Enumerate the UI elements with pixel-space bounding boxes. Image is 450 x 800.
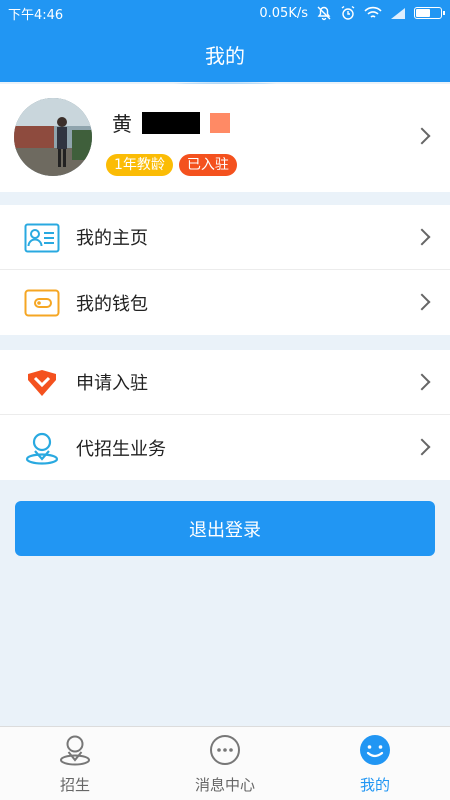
smiley-icon: [360, 735, 390, 765]
mute-icon: [317, 6, 331, 21]
menu-group-1: 我的主页 我的钱包: [0, 205, 450, 335]
network-speed: 0.05K/s: [259, 5, 308, 21]
menu-item-homepage[interactable]: 我的主页: [0, 205, 450, 270]
id-card-icon: [24, 221, 60, 255]
chat-bubble-icon: [210, 735, 240, 765]
menu-item-apply[interactable]: 申请入驻: [0, 350, 450, 415]
chevron-right-icon: [413, 228, 431, 246]
person-pin-icon: [60, 735, 90, 766]
menu-item-wallet[interactable]: 我的钱包: [0, 270, 450, 335]
menu-item-label: 代招生业务: [76, 438, 166, 460]
tab-enrollment[interactable]: 招生: [0, 727, 150, 800]
menu-item-label: 我的主页: [76, 228, 148, 249]
tab-messages[interactable]: 消息中心: [150, 727, 300, 800]
tab-label: 我的: [359, 776, 390, 794]
chevron-right-icon: [413, 438, 431, 456]
bottom-tab-bar: 招生 消息中心 我的: [0, 726, 450, 800]
menu-item-label: 申请入驻: [76, 373, 148, 394]
status-icons: 0.05K/s: [259, 5, 445, 21]
status-bar: 下午4:46 0.05K/s: [0, 0, 450, 26]
profile-tags: 1年教龄 已入驻: [106, 154, 237, 176]
title-bar: 我的: [0, 26, 450, 82]
settled-badge: 已入驻: [178, 154, 237, 176]
profile-card[interactable]: 黄 1年教龄 已入驻: [0, 84, 450, 192]
profile-name-row: 黄: [112, 108, 230, 137]
tab-label: 消息中心: [194, 776, 255, 794]
battery-icon: [414, 7, 445, 19]
name-redaction-orange: [210, 112, 230, 133]
chevron-right-icon: [413, 127, 431, 145]
logout-label: 退出登录: [189, 519, 261, 541]
wallet-icon: [24, 286, 60, 320]
chevron-right-icon: [413, 373, 431, 391]
status-time: 下午4:46: [8, 7, 64, 23]
teaching-years-badge: 1年教龄: [106, 154, 173, 176]
menu-group-2: 申请入驻 代招生业务: [0, 350, 450, 480]
avatar-photo: [14, 98, 92, 176]
signal-icon: [391, 7, 405, 19]
alarm-icon: [341, 5, 355, 20]
avatar[interactable]: [14, 98, 92, 176]
name-redaction: [142, 111, 200, 134]
page-title: 我的: [205, 43, 245, 68]
person-pin-icon: [24, 431, 60, 465]
tab-mine[interactable]: 我的: [300, 727, 450, 800]
wifi-icon: [364, 6, 382, 18]
chevron-right-icon: [413, 293, 431, 311]
profile-name: 黄: [112, 112, 132, 136]
logout-button[interactable]: 退出登录: [15, 501, 435, 556]
menu-item-agent-enrollment[interactable]: 代招生业务: [0, 415, 450, 480]
badge-icon: [24, 366, 60, 400]
tab-label: 招生: [59, 776, 90, 794]
menu-item-label: 我的钱包: [76, 293, 148, 315]
